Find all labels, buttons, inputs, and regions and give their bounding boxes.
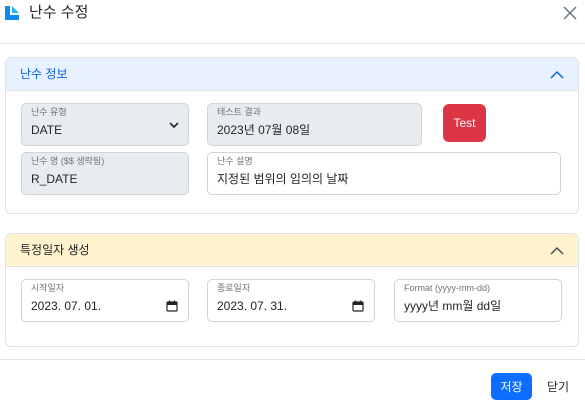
- test-result-label: 테스트 결과: [217, 107, 261, 117]
- start-date-label: 시작일자: [31, 283, 65, 293]
- format-label: Format (yyyy-mm-dd): [404, 283, 490, 293]
- calendar-icon[interactable]: [166, 300, 178, 312]
- calendar-icon[interactable]: [352, 300, 364, 312]
- test-result-field: 테스트 결과 2023년 07월 08일: [207, 103, 422, 146]
- close-button[interactable]: [559, 2, 581, 24]
- format-input[interactable]: Format (yyyy-mm-dd) yyyy년 mm월 dd일: [394, 279, 562, 322]
- random-type-value: DATE: [31, 123, 63, 137]
- test-button[interactable]: Test: [443, 104, 486, 142]
- random-type-select[interactable]: 난수 유형 DATE: [21, 103, 189, 146]
- random-name-field: 난수 명 ($$ 생략됨) R_DATE: [21, 152, 189, 195]
- end-date-input[interactable]: 종료일자 2023. 07. 31.: [207, 279, 375, 322]
- start-date-input[interactable]: 시작일자 2023. 07. 01.: [21, 279, 189, 322]
- end-date-label: 종료일자: [217, 283, 251, 293]
- description-value: 지정된 범위의 임의의 날짜: [217, 172, 349, 186]
- test-result-value: 2023년 07월 08일: [217, 123, 311, 137]
- random-info-header[interactable]: 난수 정보: [6, 58, 578, 91]
- modal-title: 난수 수정: [29, 4, 89, 21]
- random-name-label: 난수 명 ($$ 생략됨): [31, 156, 105, 166]
- close-icon: [563, 6, 577, 20]
- close-footer-button[interactable]: 닫기: [542, 373, 574, 400]
- chevron-up-icon[interactable]: [549, 243, 565, 259]
- app-logo-icon: [5, 6, 19, 20]
- random-name-value: R_DATE: [31, 172, 78, 186]
- save-button[interactable]: 저장: [491, 373, 532, 400]
- chevron-up-icon[interactable]: [549, 67, 565, 83]
- description-input[interactable]: 난수 설명 지정된 범위의 임의의 날짜: [207, 152, 561, 195]
- format-value: yyyy년 mm월 dd일: [404, 299, 502, 313]
- start-date-value: 2023. 07. 01.: [31, 299, 102, 313]
- description-label: 난수 설명: [217, 156, 253, 166]
- footer-divider: [0, 359, 585, 360]
- modal-header: 난수 수정: [0, 0, 585, 44]
- date-generation-header[interactable]: 특정일자 생성: [6, 234, 578, 267]
- chevron-down-icon: [169, 122, 179, 129]
- random-info-title: 난수 정보: [20, 67, 68, 81]
- end-date-value: 2023. 07. 31.: [217, 299, 288, 313]
- random-type-label: 난수 유형: [31, 107, 67, 117]
- date-generation-title: 특정일자 생성: [20, 243, 90, 257]
